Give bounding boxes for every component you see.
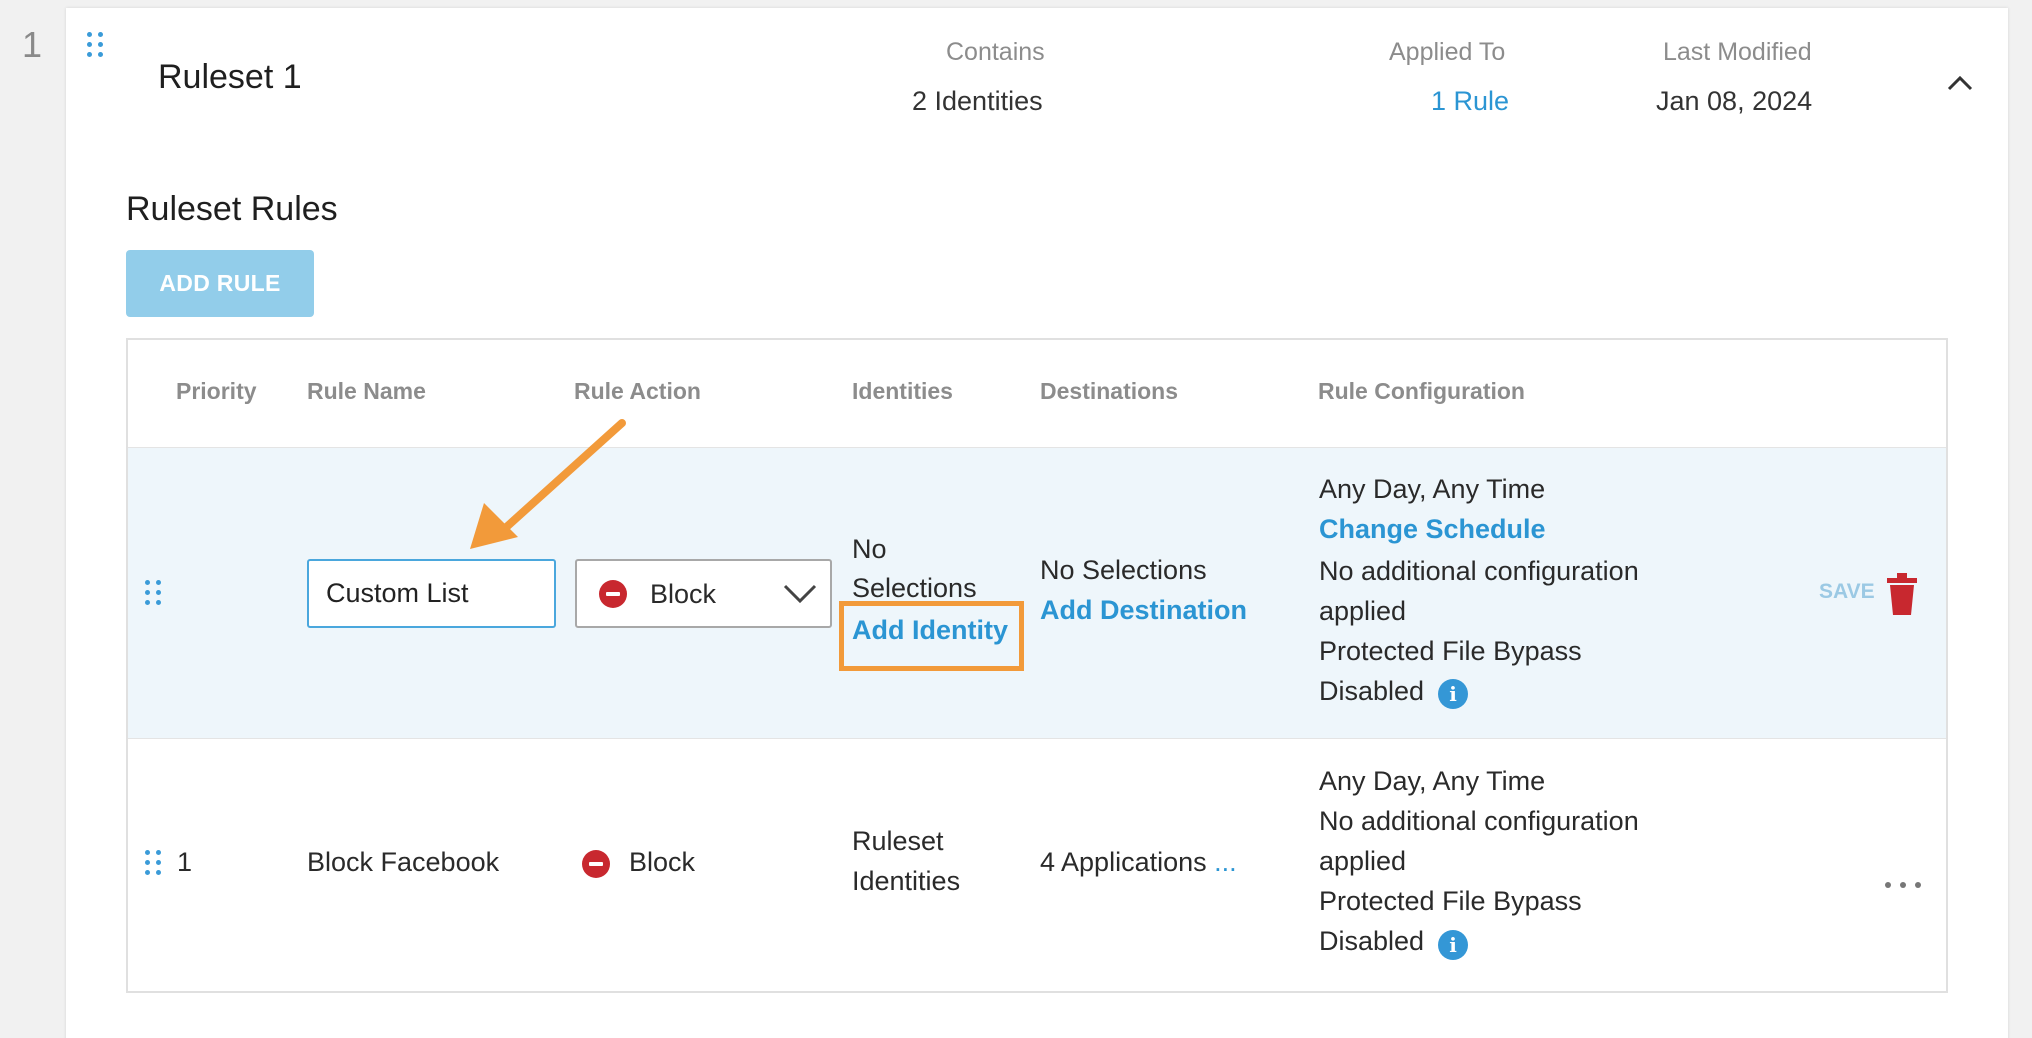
- contains-value: 2 Identities: [912, 86, 1043, 116]
- identities-empty-line1: No: [852, 534, 887, 564]
- header-rule-action: Rule Action: [574, 378, 701, 404]
- row-config-text-line2: applied: [1319, 846, 1407, 876]
- row-identities-line2: Identities: [852, 866, 961, 896]
- more-options-icon[interactable]: [1885, 875, 1930, 893]
- bypass-text-line2: Disabled: [1319, 676, 1425, 706]
- save-button[interactable]: SAVE: [1819, 580, 1875, 604]
- rule-action-select[interactable]: Block: [575, 559, 832, 628]
- last-modified-label: Last Modified: [1663, 38, 1812, 66]
- annotation-arrow-icon: [470, 419, 626, 549]
- chevron-down-icon: [783, 584, 817, 604]
- last-modified-value: Jan 08, 2024: [1656, 86, 1813, 116]
- change-schedule-link[interactable]: Change Schedule: [1319, 510, 1546, 549]
- row-destinations: 4 Applications ...: [1040, 843, 1237, 882]
- contains-label: Contains: [946, 38, 1045, 66]
- config-text-line1: No additional configuration: [1319, 556, 1639, 586]
- row-identities-line1: Ruleset: [852, 826, 944, 856]
- row-config-text-line1: No additional configuration: [1319, 806, 1639, 836]
- info-icon[interactable]: i: [1438, 679, 1468, 709]
- row-rule-name: Block Facebook: [307, 847, 500, 877]
- trash-icon[interactable]: [1887, 573, 1917, 615]
- info-icon[interactable]: i: [1438, 930, 1468, 960]
- rule-name-input[interactable]: [307, 559, 556, 628]
- row-drag-handle-icon[interactable]: [145, 850, 162, 875]
- block-icon: [599, 580, 627, 608]
- header-priority: Priority: [176, 378, 257, 404]
- add-destination-link[interactable]: Add Destination: [1040, 591, 1247, 630]
- row-index: 1: [22, 24, 43, 65]
- header-identities: Identities: [852, 378, 953, 404]
- ruleset-title: Ruleset 1: [158, 58, 302, 96]
- add-rule-button[interactable]: ADD RULE: [126, 250, 314, 317]
- row-priority: 1: [177, 847, 193, 877]
- destinations-more-link[interactable]: ...: [1214, 847, 1237, 877]
- config-text-line2: applied: [1319, 596, 1407, 626]
- row-schedule-text: Any Day, Any Time: [1319, 766, 1546, 796]
- bypass-text-line1: Protected File Bypass: [1319, 636, 1582, 666]
- header-destinations: Destinations: [1040, 378, 1179, 404]
- block-icon: [582, 850, 610, 878]
- section-title: Ruleset Rules: [126, 190, 338, 228]
- schedule-text: Any Day, Any Time: [1319, 474, 1546, 504]
- drag-handle-icon[interactable]: [87, 32, 104, 57]
- row-bypass-text-line1: Protected File Bypass: [1319, 886, 1582, 916]
- applied-to-link[interactable]: 1 Rule: [1431, 86, 1509, 117]
- rule-action-selected: Block: [650, 579, 717, 609]
- collapse-chevron-up-icon[interactable]: [1945, 68, 1975, 98]
- row-bypass-text-line2: Disabled: [1319, 926, 1425, 956]
- destinations-empty: No Selections: [1040, 555, 1207, 585]
- header-rule-configuration: Rule Configuration: [1318, 378, 1525, 404]
- highlight-box: [839, 601, 1024, 671]
- row-destinations-text: 4 Applications: [1040, 847, 1207, 877]
- row-rule-action: Block: [629, 847, 696, 877]
- row-drag-handle-icon[interactable]: [145, 580, 162, 605]
- applied-to-label: Applied To: [1389, 38, 1506, 66]
- header-rule-name: Rule Name: [307, 378, 426, 404]
